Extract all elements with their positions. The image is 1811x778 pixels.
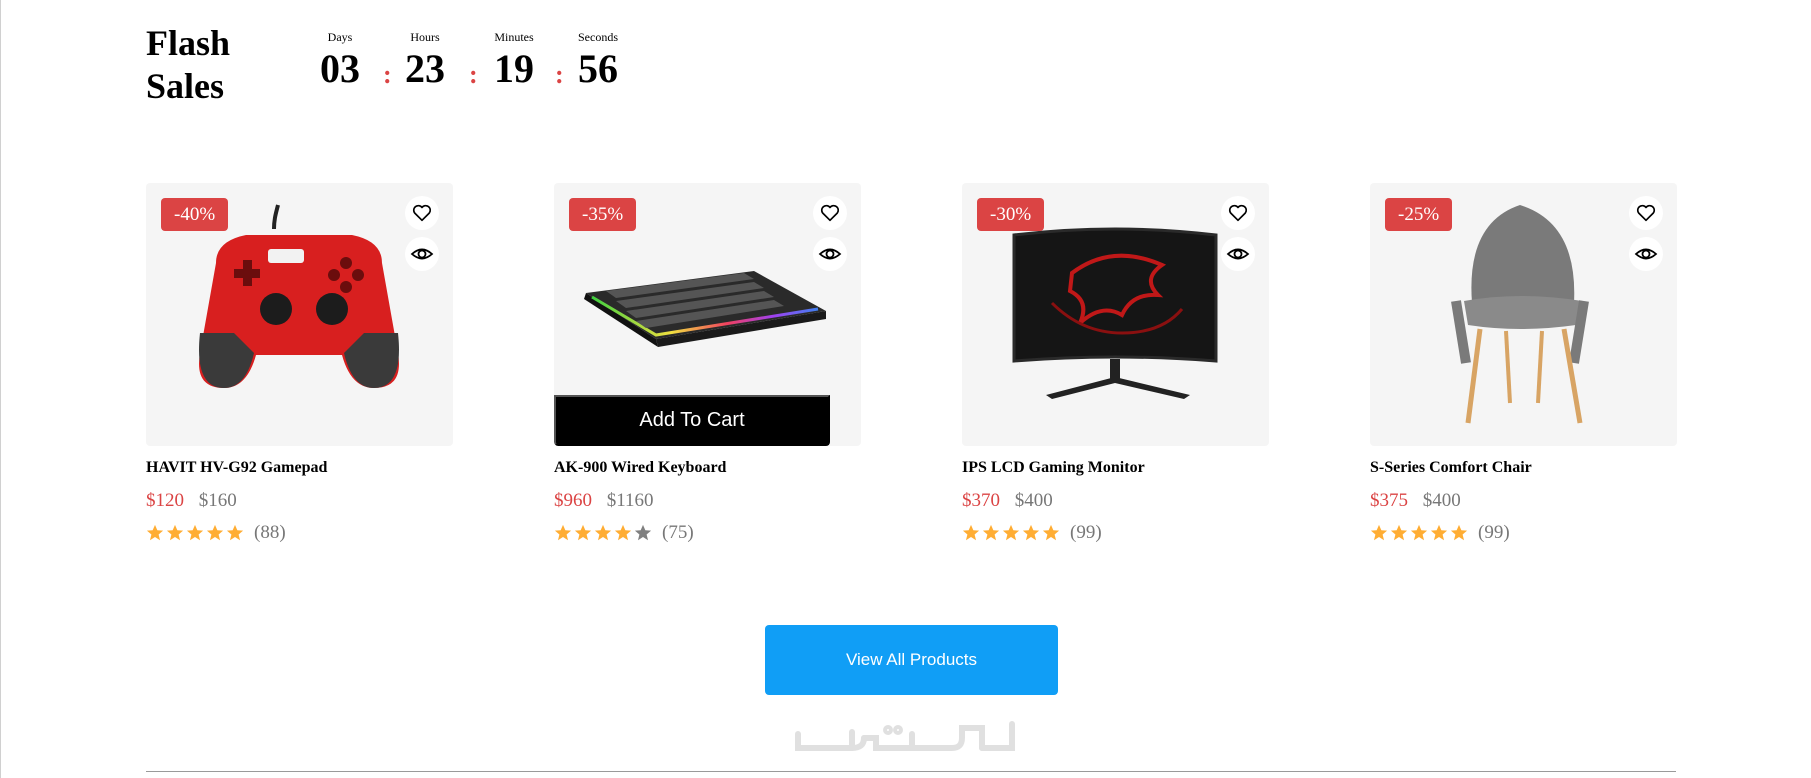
heart-icon[interactable]	[813, 196, 847, 230]
star-icon	[1370, 524, 1388, 541]
countdown-minutes-value: 19	[494, 46, 534, 91]
current-price: $375	[1370, 490, 1408, 511]
section-title: Flash Sales	[146, 23, 231, 106]
star-icon	[1042, 524, 1060, 541]
review-count: (99)	[1070, 522, 1102, 543]
star-icon	[554, 524, 572, 541]
star-icon	[1022, 524, 1040, 541]
product-card[interactable]: -25% S-Series Comfort Chair $375 $400 (9…	[1370, 183, 1677, 544]
review-count: (88)	[254, 522, 286, 543]
original-price: $160	[198, 490, 237, 511]
current-price: $120	[146, 490, 184, 511]
countdown-separator: :	[555, 60, 564, 89]
current-price: $370	[962, 490, 1000, 511]
heart-icon[interactable]	[1221, 196, 1255, 230]
section-divider	[146, 771, 1676, 772]
discount-badge: -30%	[977, 198, 1045, 231]
countdown-hours: Hours 23	[403, 30, 447, 92]
countdown-days-label: Days	[327, 30, 353, 44]
eye-icon[interactable]	[813, 237, 847, 271]
product-image-area[interactable]: -35% Add To Cart	[554, 183, 861, 446]
original-price: $400	[1422, 490, 1461, 511]
star-icon	[982, 524, 1000, 541]
price-row: $120 $160	[146, 490, 453, 512]
discount-badge: -40%	[161, 198, 229, 231]
heart-icon[interactable]	[405, 196, 439, 230]
countdown-seconds-value: 56	[578, 46, 618, 91]
star-icon	[186, 524, 204, 541]
original-price: $400	[1014, 490, 1053, 511]
star-icon	[226, 524, 244, 541]
current-price: $960	[554, 490, 592, 511]
star-icon	[574, 524, 592, 541]
page-left-border	[0, 0, 1, 778]
star-icon	[1410, 524, 1428, 541]
review-count: (99)	[1478, 522, 1510, 543]
countdown-seconds: Seconds 56	[574, 30, 622, 92]
product-card[interactable]: -30% IPS LCD Gaming Monitor $370 $400 (9…	[962, 183, 1269, 544]
countdown-days-value: 03	[320, 46, 360, 91]
rating-row: (75)	[554, 522, 861, 544]
product-image-area[interactable]: -40%	[146, 183, 453, 446]
star-icon	[614, 524, 632, 541]
discount-badge: -25%	[1385, 198, 1453, 231]
review-count: (75)	[662, 522, 694, 543]
heart-icon[interactable]	[1629, 196, 1663, 230]
star-icon	[206, 524, 224, 541]
eye-icon[interactable]	[1629, 237, 1663, 271]
star-icon	[1002, 524, 1020, 541]
star-icon	[166, 524, 184, 541]
original-price: $1160	[606, 490, 654, 511]
star-icon	[1430, 524, 1448, 541]
eye-icon[interactable]	[1221, 237, 1255, 271]
countdown-hours-label: Hours	[410, 30, 440, 44]
countdown-seconds-label: Seconds	[578, 30, 618, 44]
star-icon	[1450, 524, 1468, 541]
product-card[interactable]: -40% HAVIT HV-G92 Gamepad $120 $160 (88)	[146, 183, 453, 544]
rating-row: (99)	[962, 522, 1269, 544]
khamsat-watermark-logo	[795, 721, 1015, 751]
star-icon	[594, 524, 612, 541]
view-all-products-button[interactable]: View All Products	[765, 625, 1058, 695]
product-card[interactable]: -35% Add To Cart AK-900 Wired Keyboard $…	[554, 183, 861, 544]
rating-row: (88)	[146, 522, 453, 544]
product-name[interactable]: HAVIT HV-G92 Gamepad	[146, 458, 453, 478]
star-icon	[962, 524, 980, 541]
product-name[interactable]: IPS LCD Gaming Monitor	[962, 458, 1269, 478]
price-row: $375 $400	[1370, 490, 1677, 512]
rating-row: (99)	[1370, 522, 1677, 544]
countdown-separator: :	[469, 60, 478, 89]
countdown-separator: :	[383, 60, 392, 89]
countdown-minutes: Minutes 19	[486, 30, 542, 92]
product-name[interactable]: AK-900 Wired Keyboard	[554, 458, 861, 478]
star-empty-icon	[634, 524, 652, 541]
add-to-cart-button[interactable]: Add To Cart	[554, 395, 830, 446]
product-image-area[interactable]: -30%	[962, 183, 1269, 446]
star-icon	[1390, 524, 1408, 541]
product-image-area[interactable]: -25%	[1370, 183, 1677, 446]
price-row: $370 $400	[962, 490, 1269, 512]
countdown-minutes-label: Minutes	[494, 30, 534, 44]
discount-badge: -35%	[569, 198, 637, 231]
eye-icon[interactable]	[405, 237, 439, 271]
star-icon	[146, 524, 164, 541]
price-row: $960 $1160	[554, 490, 861, 512]
product-name[interactable]: S-Series Comfort Chair	[1370, 458, 1677, 478]
countdown-hours-value: 23	[405, 46, 445, 91]
countdown-days: Days 03	[320, 30, 360, 92]
